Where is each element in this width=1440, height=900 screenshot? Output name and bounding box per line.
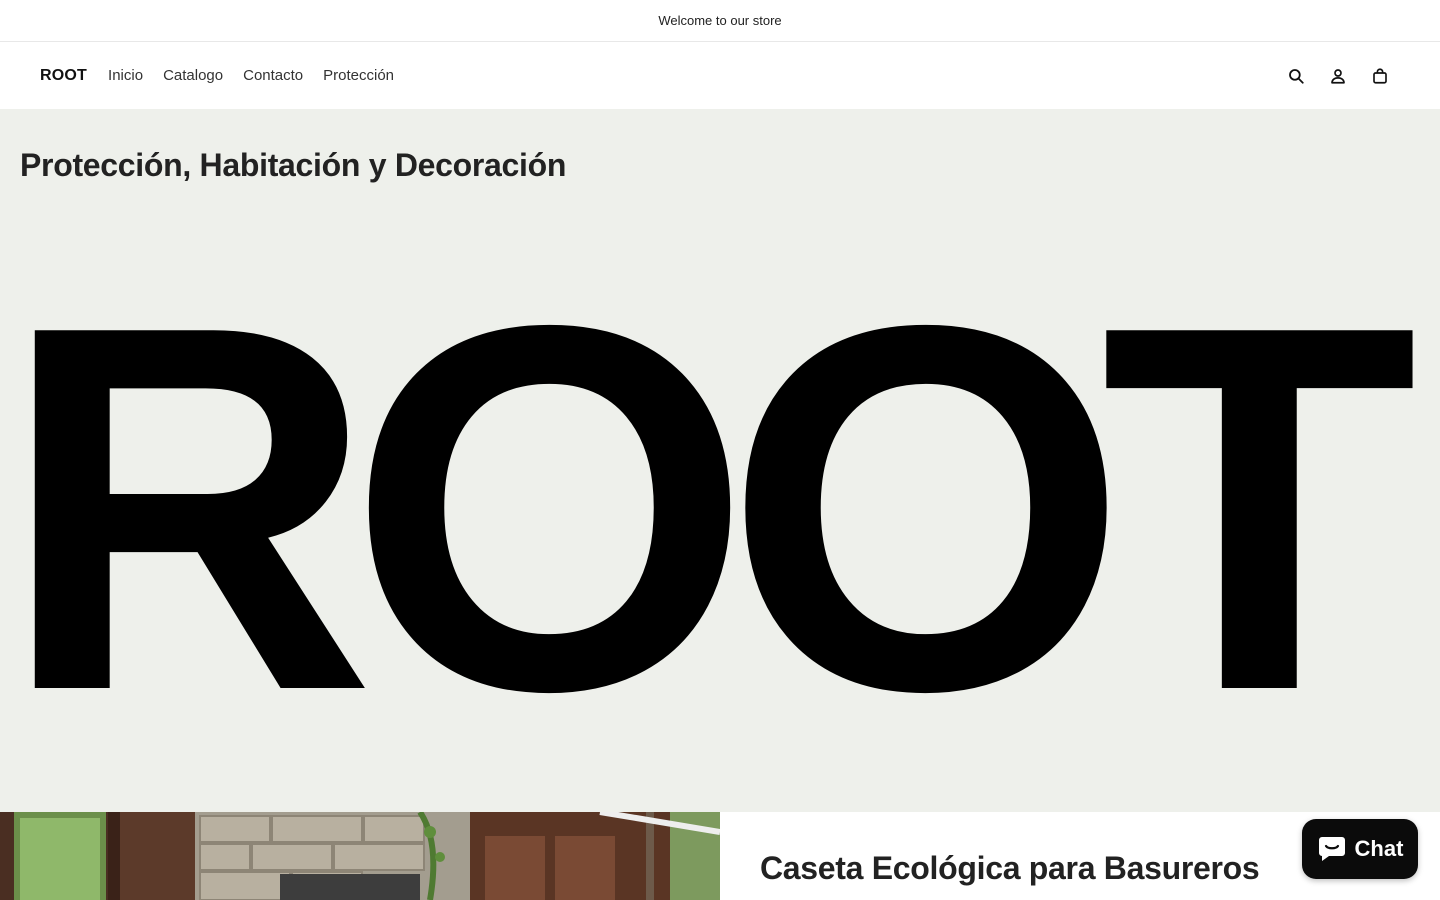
- chat-label: Chat: [1354, 836, 1404, 861]
- search-icon[interactable]: [1286, 66, 1306, 86]
- announcement-text: Welcome to our store: [658, 13, 782, 28]
- hero-title: Protección, Habitación y Decoración: [20, 147, 567, 183]
- nav-item-inicio[interactable]: Inicio: [108, 67, 143, 84]
- cart-icon[interactable]: [1370, 66, 1390, 86]
- nav-item-proteccion[interactable]: Protección: [323, 67, 394, 84]
- chat-bubble-icon: [1318, 837, 1345, 861]
- header-actions: [1286, 66, 1390, 86]
- store-logo[interactable]: ROOT: [40, 67, 87, 85]
- product-title: Caseta Ecológica para Basureros: [760, 850, 1260, 886]
- hero-banner: Protección, Habitación y Decoración ROOT: [0, 109, 1440, 812]
- chat-button[interactable]: Chat: [1302, 819, 1418, 879]
- main-nav: Inicio Catalogo Contacto Protección: [108, 67, 394, 84]
- product-image[interactable]: [0, 812, 720, 900]
- hero-brand-wordmark: ROOT: [0, 218, 1418, 799]
- nav-item-contacto[interactable]: Contacto: [243, 67, 303, 84]
- product-photo-illustration: [0, 812, 720, 900]
- featured-product-section: Caseta Ecológica para Basureros: [0, 812, 1440, 900]
- announcement-bar: Welcome to our store: [0, 0, 1440, 42]
- site-header: ROOT Inicio Catalogo Contacto Protección: [0, 42, 1440, 109]
- nav-item-catalogo[interactable]: Catalogo: [163, 67, 223, 84]
- account-icon[interactable]: [1328, 66, 1348, 86]
